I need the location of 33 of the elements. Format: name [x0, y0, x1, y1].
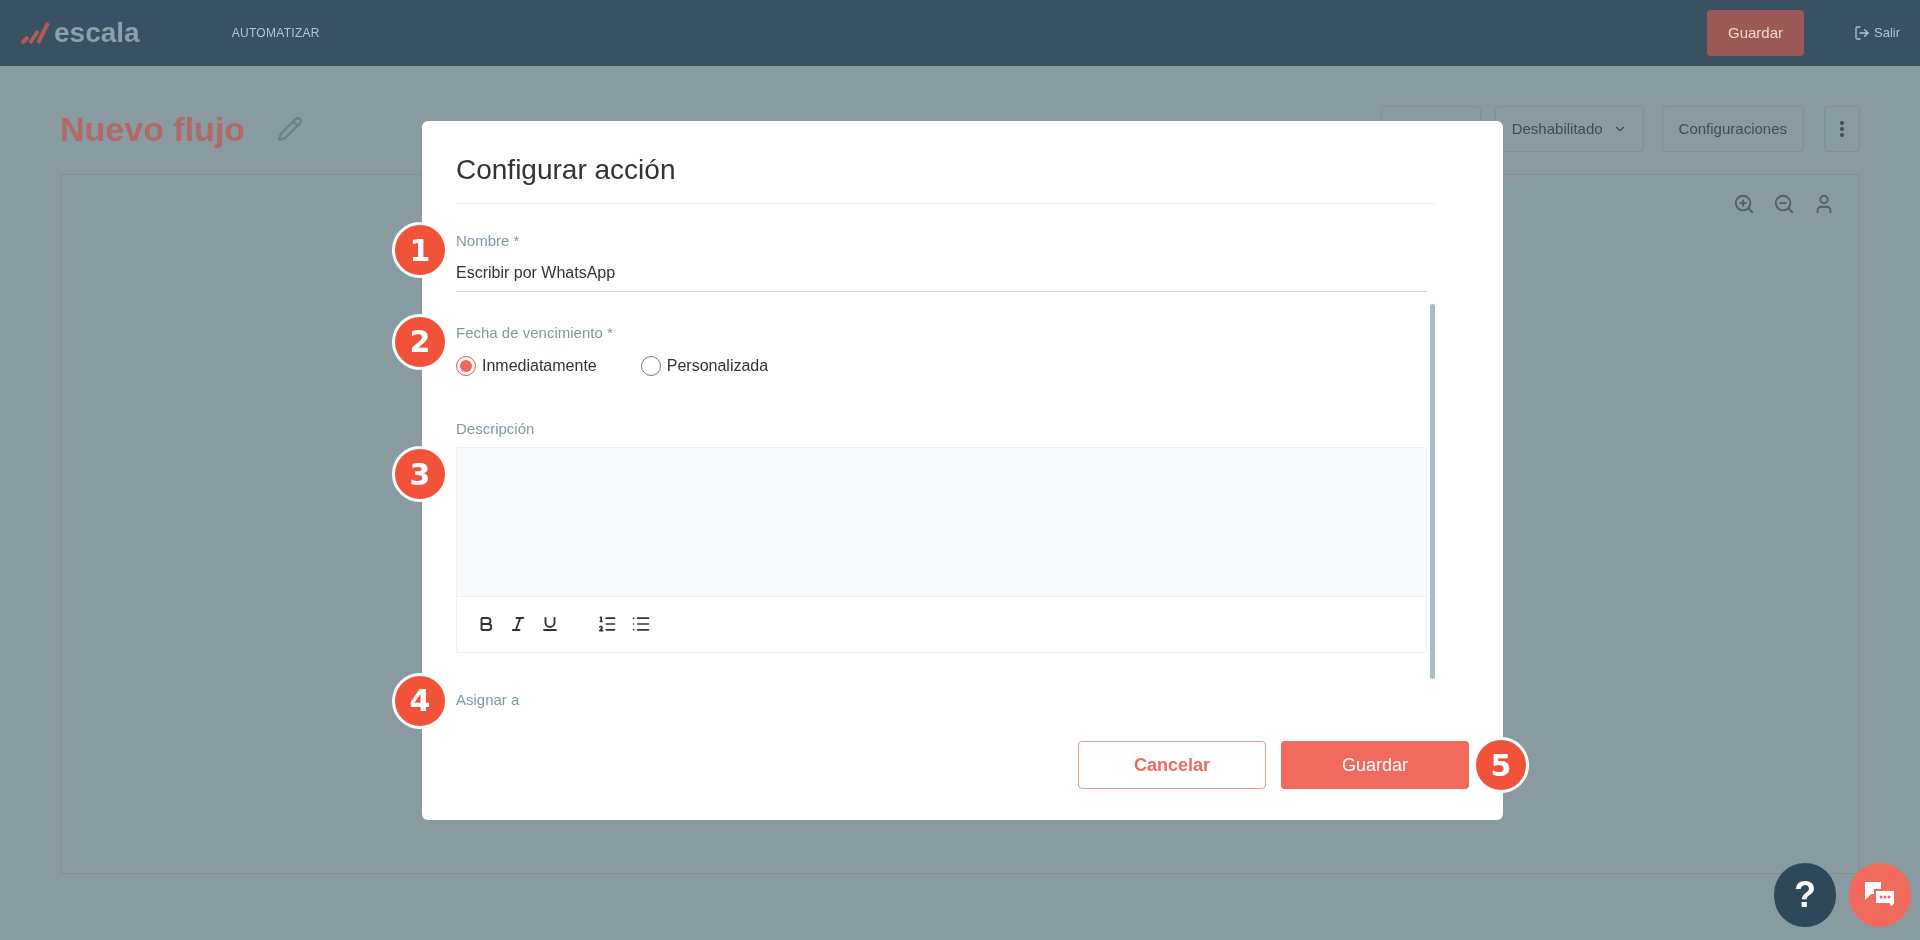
scrollbar[interactable] [1430, 304, 1435, 679]
field-label: Nombre * [456, 231, 520, 251]
more-options-button[interactable] [1824, 106, 1860, 152]
radio-label: Inmediatamente [482, 356, 597, 376]
name-input-field[interactable]: Escribir por WhatsApp [456, 260, 1427, 292]
dialog-title: Configurar acción [456, 149, 1435, 204]
help-button[interactable]: ? [1774, 863, 1836, 927]
kebab-menu-icon [1840, 121, 1844, 137]
page-title: Nuevo flujo [60, 108, 246, 150]
logo-text: escala [54, 16, 140, 50]
cancel-button[interactable]: Cancelar [1078, 741, 1266, 789]
zoom-in-icon[interactable] [1733, 193, 1755, 215]
zoom-out-icon[interactable] [1773, 193, 1795, 215]
logout-link[interactable]: Salir [1874, 23, 1900, 43]
nav-link[interactable]: AUTOMATIZAR [231, 24, 320, 42]
step-number-marker: 4 [392, 672, 448, 729]
logo-bars-icon [20, 21, 50, 45]
header-save-button[interactable]: Guardar [1707, 10, 1804, 56]
field-label: Fecha de vencimiento * [456, 322, 613, 343]
underline-icon[interactable] [541, 615, 559, 633]
step-number-marker: 3 [392, 446, 448, 502]
italic-icon[interactable] [509, 615, 527, 633]
radio-label: Personalizada [666, 356, 769, 376]
step-number-marker: 2 [392, 313, 448, 370]
bullet-list-icon[interactable] [631, 614, 651, 634]
save-button[interactable]: Guardar [1281, 741, 1469, 789]
settings-button[interactable]: Configuraciones [1661, 106, 1804, 152]
numbered-list-icon[interactable] [597, 614, 617, 634]
logout-icon[interactable] [1854, 25, 1870, 41]
field-label: Descripción [456, 419, 535, 439]
field-label: Asignar a [456, 689, 520, 710]
step-number-marker: 1 [392, 222, 448, 278]
step-number-marker: 5 [1473, 737, 1529, 793]
